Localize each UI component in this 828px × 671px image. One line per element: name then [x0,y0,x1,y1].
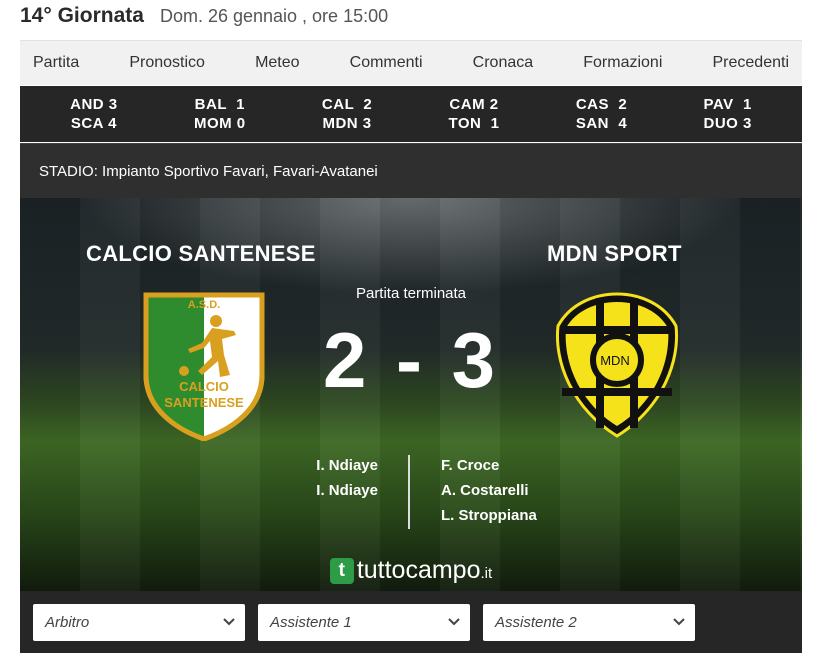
final-score: 2 - 3 [322,316,500,404]
chevron-down-icon [673,618,685,626]
shield-logo-icon: MDN [555,292,679,438]
scorer: I. Ndiaye [316,482,378,499]
result-item[interactable]: CAS 2 SAN 4 [576,95,627,133]
tab-cronaca[interactable]: Cronaca [473,54,533,72]
stadium-info: STADIO: Impianto Sportivo Favari, Favari… [20,143,802,198]
scorer: A. Costarelli [441,482,529,499]
result-home: BAL 1 [194,96,245,113]
select-label: Assistente 1 [270,613,352,631]
scorer: L. Stroppiana [441,507,537,524]
match-panel: CALCIO SANTENESE MDN SPORT A.S.D. CALCIO… [20,198,802,591]
result-home: CAS 2 [575,96,628,113]
result-away: DUO 3 [703,115,752,132]
result-item[interactable]: BAL 1 MOM 0 [194,95,246,133]
result-away: SCA 4 [70,115,117,132]
brand-badge-icon: t [329,557,354,584]
chevron-down-icon [448,618,460,626]
result-home: PAV 1 [703,96,752,113]
tab-partita[interactable]: Partita [33,54,79,72]
tuttocampo-logo[interactable]: t tuttocampo .it [20,556,802,585]
home-team-name[interactable]: CALCIO SANTENESE [86,241,316,267]
page-header: 14° Giornata Dom. 26 gennaio , ore 15:00 [20,0,388,32]
away-scorers: F. Croce A. Costarelli L. Stroppiana [441,453,537,528]
tab-precedenti[interactable]: Precedenti [713,54,790,72]
away-team-name[interactable]: MDN SPORT [547,241,682,267]
tab-bar: Partita Pronostico Meteo Commenti Cronac… [20,40,802,85]
tab-meteo[interactable]: Meteo [255,54,299,72]
round-title: 14° Giornata [20,4,144,27]
brand-name: tuttocampo [356,556,481,584]
tab-formazioni[interactable]: Formazioni [583,54,662,72]
scorers-divider [408,455,410,529]
assistant-2-select[interactable]: Assistente 2 [483,603,695,641]
scorer: I. Ndiaye [316,457,378,474]
match-date: Dom. 26 gennaio , ore 15:00 [159,5,389,26]
result-away: TON 1 [448,115,500,132]
result-home: CAM 2 [449,96,499,113]
officials-bar: Arbitro Assistente 1 Assistente 2 [20,591,802,653]
tab-commenti[interactable]: Commenti [350,54,423,72]
brand-tld: .it [480,565,493,582]
result-home: AND 3 [70,96,118,113]
chevron-down-icon [223,618,235,626]
svg-text:MDN: MDN [600,353,630,368]
result-away: MOM 0 [193,115,246,132]
away-team-logo[interactable]: MDN [552,290,682,440]
match-status: Partita terminata [355,285,467,302]
result-home: CAL 2 [321,96,373,113]
result-away: MDN 3 [322,115,372,132]
result-item[interactable]: PAV 1 DUO 3 [703,95,751,133]
assistant-1-select[interactable]: Assistente 1 [258,603,470,641]
home-scorers: I. Ndiaye I. Ndiaye [316,453,378,503]
other-results-bar: AND 3 SCA 4 BAL 1 MOM 0 CAL 2 MDN 3 CAM … [20,86,802,142]
result-item[interactable]: AND 3 SCA 4 [70,95,118,133]
select-label: Assistente 2 [495,613,577,631]
select-label: Arbitro [45,613,90,631]
result-away: SAN 4 [575,115,628,132]
tab-pronostico[interactable]: Pronostico [129,54,205,72]
scorer: F. Croce [441,457,500,474]
referee-select[interactable]: Arbitro [33,603,245,641]
result-item[interactable]: CAL 2 MDN 3 [322,95,372,133]
result-item[interactable]: CAM 2 TON 1 [448,95,499,133]
